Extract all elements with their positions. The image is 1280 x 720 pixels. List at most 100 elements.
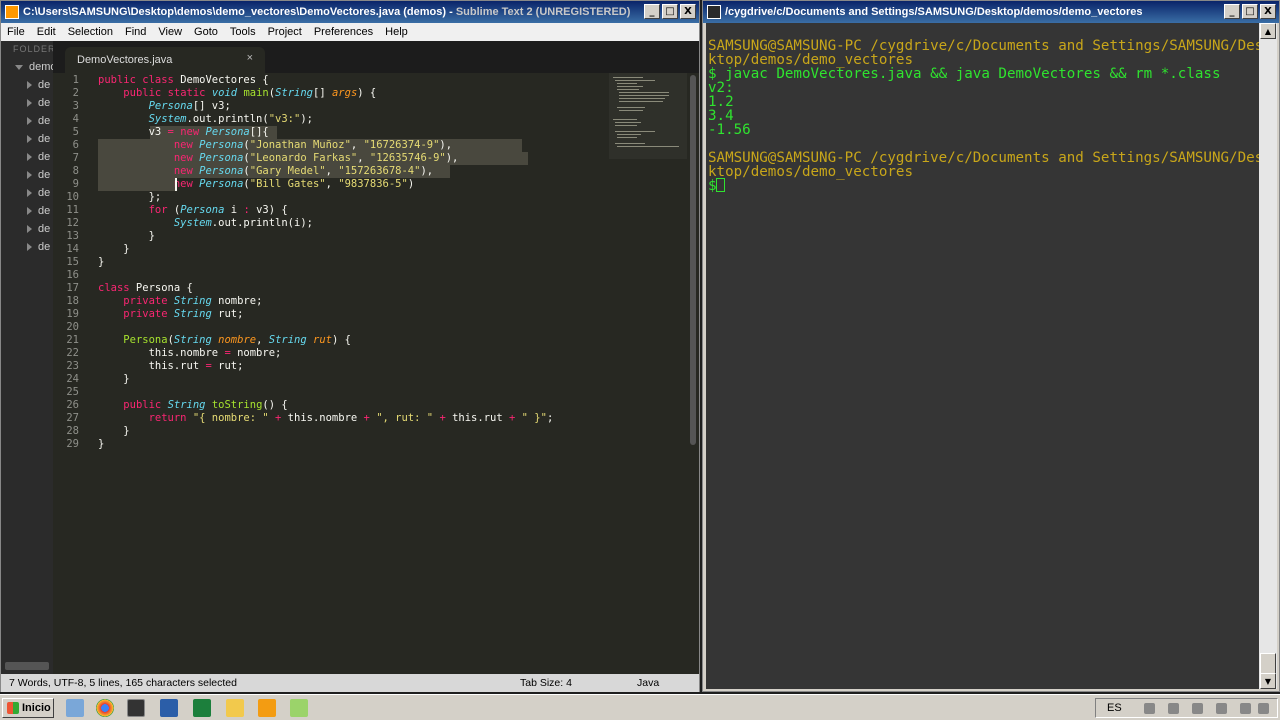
code-token: Persona <box>199 152 244 164</box>
minimap-line <box>619 95 669 96</box>
code-token: "Gary Medel" <box>249 165 326 177</box>
tray-icon[interactable] <box>1168 703 1179 714</box>
code-token: Persona <box>148 100 193 112</box>
code-token: }; <box>98 191 162 203</box>
sidebar-item[interactable]: de <box>27 151 50 163</box>
menu-file[interactable]: File <box>1 26 31 38</box>
security-icon[interactable] <box>1192 703 1203 714</box>
code-line: Persona(String nombre, String rut) { <box>98 334 351 347</box>
menu-edit[interactable]: Edit <box>31 26 62 38</box>
start-button[interactable]: Inicio <box>2 698 54 718</box>
chevron-right-icon <box>27 99 32 108</box>
code-line: } <box>98 373 129 386</box>
sublime-titlebar[interactable]: C:\Users\SAMSUNG\Desktop\demos\demo_vect… <box>1 1 699 23</box>
language-indicator[interactable]: ES <box>1107 702 1122 714</box>
code-line: return "{ nombre: " + this.nombre + ", r… <box>98 412 554 425</box>
close-icon[interactable]: × <box>247 52 253 64</box>
terminal-window-title: /cygdrive/c/Documents and Settings/SAMSU… <box>725 6 1143 18</box>
network-icon[interactable] <box>1144 703 1155 714</box>
volume-icon[interactable] <box>1216 703 1227 714</box>
sidebar-item[interactable]: de <box>27 115 50 127</box>
system-tray: ES <box>1095 698 1278 718</box>
code-token: System <box>148 113 187 125</box>
code-line: new Persona("Leonardo Farkas", "12635746… <box>98 152 459 165</box>
menu-help[interactable]: Help <box>379 26 414 38</box>
sidebar-item-label: de <box>38 187 51 199</box>
sidebar-item[interactable]: de <box>27 223 50 235</box>
sidebar-item[interactable]: de <box>27 79 50 91</box>
code-token: "Bill Gates" <box>249 178 326 190</box>
sidebar-item[interactable]: de <box>27 205 50 217</box>
clock-icon[interactable] <box>1258 703 1269 714</box>
editor-scrollbar[interactable] <box>690 75 696 445</box>
scrollbar-thumb[interactable] <box>1260 653 1276 675</box>
notepad-icon[interactable] <box>290 699 308 717</box>
maximize-button[interactable]: □ <box>1242 4 1258 19</box>
status-syntax[interactable]: Java <box>637 677 659 689</box>
menu-find[interactable]: Find <box>119 26 152 38</box>
sidebar-item[interactable]: de <box>27 169 50 181</box>
terminal-titlebar[interactable]: /cygdrive/c/Documents and Settings/SAMSU… <box>703 1 1279 23</box>
start-label: Inicio <box>22 702 51 714</box>
code-token: System <box>173 217 212 229</box>
menu-goto[interactable]: Goto <box>188 26 224 38</box>
status-bar: 7 Words, UTF-8, 5 lines, 165 characters … <box>1 674 699 692</box>
sidebar-item-label: de <box>38 205 51 217</box>
maximize-button[interactable]: □ <box>662 4 678 19</box>
close-button[interactable]: X <box>1260 4 1276 19</box>
minimize-button[interactable]: _ <box>644 4 660 19</box>
sidebar-scrollbar[interactable] <box>5 662 49 670</box>
line-number: 22 <box>66 347 79 359</box>
code-line: private String nombre; <box>98 295 262 308</box>
menu-tools[interactable]: Tools <box>224 26 262 38</box>
code-token: ( <box>167 204 181 216</box>
close-button[interactable]: X <box>680 4 696 19</box>
line-number: 15 <box>66 256 79 268</box>
virtualbox-icon[interactable] <box>160 699 178 717</box>
menu-selection[interactable]: Selection <box>62 26 119 38</box>
sidebar-item[interactable]: de <box>27 97 50 109</box>
code-token: "Leonardo Farkas" <box>249 152 358 164</box>
code-token: this.nombre <box>98 347 225 359</box>
sidebar-item[interactable]: de <box>27 187 50 199</box>
terminal-scrollbar[interactable]: ▲ ▼ <box>1259 23 1277 689</box>
chevron-right-icon <box>27 207 32 216</box>
chevron-right-icon <box>27 135 32 144</box>
code-editor[interactable]: 1 2 3 4 5 6 7 8 9 10 11 12 13 14 15 16 1… <box>53 73 699 674</box>
code-token: ) { <box>357 87 377 99</box>
menu-project[interactable]: Project <box>262 26 308 38</box>
code-token: DemoVectores { <box>173 74 269 86</box>
code-token: rut; <box>211 360 244 372</box>
terminal-icon[interactable] <box>127 699 145 717</box>
cygwin-icon[interactable] <box>193 699 211 717</box>
chrome-icon[interactable] <box>96 699 114 717</box>
minimap[interactable] <box>609 73 687 159</box>
code-token: .out. <box>211 217 244 229</box>
sidebar-root-folder[interactable]: demo <box>15 61 53 73</box>
code-token: " }" <box>521 412 547 424</box>
menu-preferences[interactable]: Preferences <box>308 26 379 38</box>
scroll-down-icon[interactable]: ▼ <box>1260 673 1276 689</box>
sidebar-item[interactable]: de <box>27 133 50 145</box>
terminal-window: /cygdrive/c/Documents and Settings/SAMSU… <box>702 0 1280 692</box>
code-token: String <box>167 399 206 411</box>
code-token: , <box>350 139 364 151</box>
line-number: 12 <box>66 217 79 229</box>
tab-demovectores[interactable]: DemoVectores.java × <box>65 47 265 73</box>
minimize-button[interactable]: _ <box>1224 4 1240 19</box>
status-tab-size[interactable]: Tab Size: 4 <box>520 677 572 689</box>
scroll-up-icon[interactable]: ▲ <box>1260 23 1276 39</box>
sidebar-item[interactable]: de <box>27 241 50 253</box>
battery-icon[interactable] <box>1240 703 1251 714</box>
terminal-output[interactable]: SAMSUNG@SAMSUNG-PC /cygdrive/c/Documents… <box>706 23 1259 689</box>
minimap-line <box>619 92 669 93</box>
folder-icon[interactable] <box>226 699 244 717</box>
explorer-icon[interactable] <box>66 699 84 717</box>
menu-view[interactable]: View <box>152 26 188 38</box>
sublime-app-icon <box>5 5 19 19</box>
sublime-icon[interactable] <box>258 699 276 717</box>
terminal-line: SAMSUNG@SAMSUNG-PC /cygdrive/c/Documents… <box>708 38 1259 54</box>
sidebar-item-label: de <box>38 133 51 145</box>
